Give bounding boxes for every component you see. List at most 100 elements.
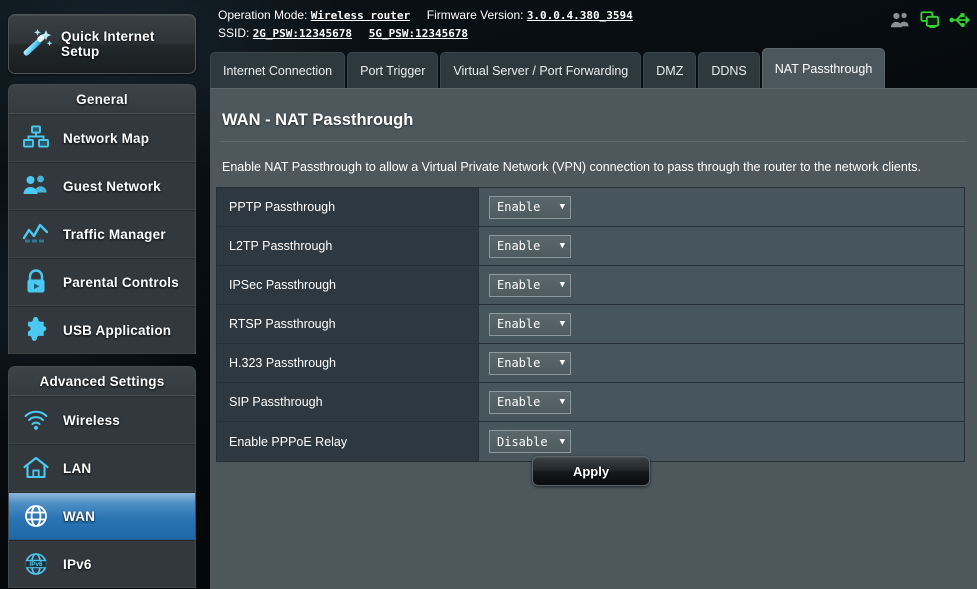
wan-globe-icon	[9, 493, 63, 539]
parental-controls-icon	[9, 259, 63, 305]
chevron-down-icon: ▼	[559, 202, 565, 212]
top-status-bar: Operation Mode: Wireless router Firmware…	[210, 0, 977, 48]
tab-port-trigger[interactable]: Port Trigger	[347, 52, 439, 88]
quick-internet-setup-button[interactable]: Quick Internet Setup	[8, 14, 196, 74]
rtsp-passthrough-dropdown[interactable]: Enable ▼	[489, 312, 571, 336]
setting-label: RTSP Passthrough	[217, 305, 479, 343]
firmware-value[interactable]: 3.0.0.4.380_3594	[527, 9, 633, 22]
magic-wand-icon	[9, 18, 61, 70]
pppoe-relay-dropdown[interactable]: Disable ▼	[489, 430, 571, 453]
sidebar-item-parental-controls[interactable]: Parental Controls	[9, 258, 195, 306]
title-divider	[220, 141, 967, 142]
sidebar-item-label: LAN	[63, 460, 92, 476]
sidebar-item-ipv6[interactable]: IPv6 IPv6	[9, 540, 195, 588]
dropdown-value: Enable	[497, 395, 541, 409]
dropdown-value: Enable	[497, 356, 541, 370]
sidebar-item-label: Traffic Manager	[63, 226, 166, 242]
chevron-down-icon: ▼	[559, 436, 565, 447]
pptp-passthrough-dropdown[interactable]: Enable ▼	[489, 195, 571, 219]
l2tp-passthrough-dropdown[interactable]: Enable ▼	[489, 234, 571, 258]
sidebar-group-general: General Network Map Guest Network Traffi…	[8, 84, 196, 354]
sidebar-item-traffic-manager[interactable]: Traffic Manager	[9, 210, 195, 258]
svg-text:IPv6: IPv6	[29, 561, 43, 568]
chevron-down-icon: ▼	[559, 319, 565, 329]
clients-icon[interactable]	[889, 10, 911, 35]
firmware-label: Firmware Version:	[426, 8, 524, 22]
sidebar-item-usb-application[interactable]: USB Application	[9, 306, 195, 354]
ssid-5g-value[interactable]: 5G_PSW:12345678	[369, 27, 468, 40]
sidebar-item-wireless[interactable]: Wireless	[9, 396, 195, 444]
quick-internet-setup-label: Quick Internet Setup	[61, 29, 155, 59]
page-description: Enable NAT Passthrough to allow a Virtua…	[222, 160, 921, 174]
sidebar-item-label: USB Application	[63, 322, 172, 338]
dropdown-value: Enable	[497, 317, 541, 331]
page-title: WAN - NAT Passthrough	[222, 111, 414, 129]
chevron-down-icon: ▼	[559, 397, 565, 407]
setting-value-cell: Enable ▼	[479, 344, 964, 382]
table-row: IPSec Passthrough Enable ▼	[217, 266, 964, 305]
usb-application-icon	[9, 307, 63, 353]
chevron-down-icon: ▼	[559, 358, 565, 368]
lan-home-icon	[9, 445, 63, 491]
dropdown-value: Enable	[497, 239, 541, 253]
table-row: RTSP Passthrough Enable ▼	[217, 305, 964, 344]
setting-value-cell: Enable ▼	[479, 383, 964, 421]
status-icon-group	[889, 10, 971, 35]
setting-label: L2TP Passthrough	[217, 227, 479, 265]
sidebar-item-network-map[interactable]: Network Map	[9, 114, 195, 162]
h323-passthrough-dropdown[interactable]: Enable ▼	[489, 351, 571, 375]
sidebar-group-title-advanced: Advanced Settings	[9, 367, 195, 396]
ssid-line: SSID: 2G_PSW:12345678 5G_PSW:12345678	[218, 26, 468, 40]
chevron-down-icon: ▼	[559, 280, 565, 290]
sidebar-item-label: Wireless	[63, 412, 121, 428]
router-admin-window: Quick Internet Setup General Network Map…	[0, 0, 977, 589]
wireless-icon	[9, 397, 63, 443]
traffic-manager-icon	[9, 211, 63, 257]
setting-value-cell: Enable ▼	[479, 227, 964, 265]
setting-value-cell: Enable ▼	[479, 266, 964, 304]
table-row: PPTP Passthrough Enable ▼	[217, 188, 964, 227]
table-row: L2TP Passthrough Enable ▼	[217, 227, 964, 266]
tab-virtual-server-port-forwarding[interactable]: Virtual Server / Port Forwarding	[440, 52, 642, 88]
sidebar-item-label: Parental Controls	[63, 274, 179, 290]
sidebar-item-label: Guest Network	[63, 178, 161, 194]
usb-devices-icon[interactable]	[919, 10, 941, 35]
tab-ddns[interactable]: DDNS	[698, 52, 760, 88]
table-row: SIP Passthrough Enable ▼	[217, 383, 964, 422]
dropdown-value: Disable	[497, 434, 548, 449]
dropdown-value: Enable	[497, 278, 541, 292]
setting-label: Enable PPPoE Relay	[217, 422, 479, 461]
ipv6-icon: IPv6	[9, 541, 63, 587]
ssid-label: SSID:	[218, 26, 250, 40]
sidebar-group-title-general: General	[9, 85, 195, 114]
ssid-2g-value[interactable]: 2G_PSW:12345678	[253, 27, 352, 40]
sidebar-item-wan[interactable]: WAN	[9, 492, 195, 540]
nat-passthrough-settings-table: PPTP Passthrough Enable ▼ L2TP Passthrou…	[216, 187, 965, 462]
table-row: H.323 Passthrough Enable ▼	[217, 344, 964, 383]
setting-value-cell: Enable ▼	[479, 305, 964, 343]
sidebar-item-label: WAN	[63, 508, 96, 524]
operation-mode-line: Operation Mode: Wireless router Firmware…	[218, 8, 633, 22]
content-panel: WAN - NAT Passthrough Enable NAT Passthr…	[210, 88, 977, 589]
sidebar-item-label: IPv6	[63, 556, 92, 572]
guest-network-icon	[9, 163, 63, 209]
operation-mode-value[interactable]: Wireless router	[311, 9, 410, 22]
ipsec-passthrough-dropdown[interactable]: Enable ▼	[489, 273, 571, 297]
sidebar-group-advanced: Advanced Settings Wireless LAN WAN IPv6 …	[8, 366, 196, 588]
sidebar-item-label: Network Map	[63, 130, 150, 146]
setting-value-cell: Enable ▼	[479, 188, 964, 226]
tab-bar: Internet Connection Port Trigger Virtual…	[210, 48, 886, 88]
sidebar: Quick Internet Setup General Network Map…	[0, 0, 200, 589]
tab-dmz[interactable]: DMZ	[643, 52, 697, 88]
tab-nat-passthrough[interactable]: NAT Passthrough	[761, 48, 886, 88]
setting-label: IPSec Passthrough	[217, 266, 479, 304]
sidebar-item-lan[interactable]: LAN	[9, 444, 195, 492]
setting-label: SIP Passthrough	[217, 383, 479, 421]
dropdown-value: Enable	[497, 200, 541, 214]
sip-passthrough-dropdown[interactable]: Enable ▼	[489, 390, 571, 414]
tab-internet-connection[interactable]: Internet Connection	[210, 52, 346, 88]
apply-button[interactable]: Apply	[532, 456, 650, 486]
network-map-icon	[9, 115, 63, 161]
usb-icon[interactable]	[949, 10, 971, 35]
sidebar-item-guest-network[interactable]: Guest Network	[9, 162, 195, 210]
